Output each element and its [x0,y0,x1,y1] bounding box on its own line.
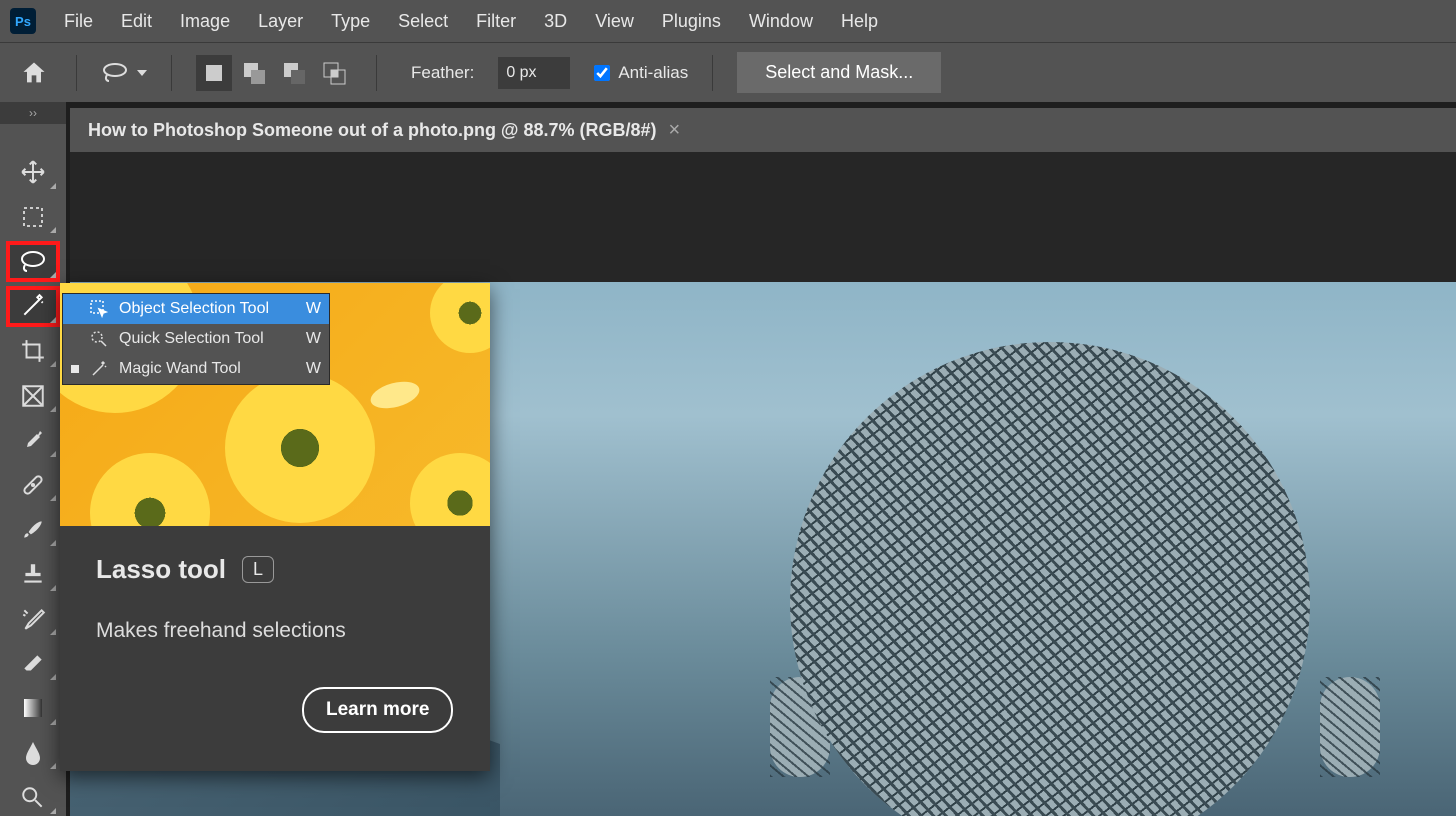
stamp-icon [20,561,46,587]
eraser-icon [20,651,46,677]
divider [376,55,377,91]
dodge-icon [20,785,46,811]
menu-view[interactable]: View [595,11,634,32]
frame-icon [20,383,46,409]
feather-input[interactable] [498,57,570,89]
tools-panel [0,124,66,816]
move-tool[interactable] [8,154,58,191]
square-icon [203,62,225,84]
quick-selection-icon [89,329,109,349]
add-icon [242,61,266,85]
tooltip-description: Makes freehand selections [96,619,454,643]
marquee-icon [21,205,45,229]
magic-wand-tool[interactable] [8,288,58,325]
dodge-tool[interactable] [8,779,58,816]
subtract-icon [282,61,306,85]
selection-add[interactable] [236,55,272,91]
menu-image[interactable]: Image [180,11,230,32]
home-button[interactable] [16,53,52,93]
wand-icon [20,293,46,319]
intersect-icon [322,61,346,85]
history-brush-tool[interactable] [8,601,58,638]
drop-icon [22,740,44,766]
marquee-tool[interactable] [8,199,58,236]
tooltip-title: Lasso tool L [96,554,454,585]
chevron-down-icon [137,70,147,76]
menu-window[interactable]: Window [749,11,813,32]
antialias-input[interactable] [594,65,610,81]
learn-more-button[interactable]: Learn more [302,687,453,733]
document-tab-bar: How to Photoshop Someone out of a photo.… [70,108,1456,152]
options-bar: Feather: Anti-alias Select and Mask... [0,42,1456,102]
blur-tool[interactable] [8,735,58,772]
menu-filter[interactable]: Filter [476,11,516,32]
crop-tool[interactable] [8,333,58,370]
menubar: Ps File Edit Image Layer Type Select Fil… [0,0,1456,42]
menu-layer[interactable]: Layer [258,11,303,32]
frame-tool[interactable] [8,377,58,414]
divider [712,55,713,91]
flyout-magic-wand[interactable]: Magic Wand Tool W [63,354,329,384]
expand-panels-button[interactable]: ›› [0,102,66,124]
brush-icon [20,517,46,543]
eyedropper-icon [21,428,45,452]
menu-select[interactable]: Select [398,11,448,32]
eyedropper-tool[interactable] [8,422,58,459]
brush-tool[interactable] [8,511,58,548]
object-selection-icon [89,299,109,319]
close-tab-button[interactable]: × [669,119,681,142]
flyout-quick-selection[interactable]: Quick Selection Tool W [63,324,329,354]
move-icon [20,159,46,185]
selection-intersect[interactable] [316,55,352,91]
bandage-icon [20,472,46,498]
menu-type[interactable]: Type [331,11,370,32]
active-dot-icon [71,365,79,373]
feather-label: Feather: [411,63,474,83]
selection-new[interactable] [196,55,232,91]
select-and-mask-button[interactable]: Select and Mask... [737,52,941,93]
selection-subtract[interactable] [276,55,312,91]
menu-plugins[interactable]: Plugins [662,11,721,32]
menu-3d[interactable]: 3D [544,11,567,32]
ps-logo-icon: Ps [10,8,36,34]
home-icon [20,59,48,87]
eraser-tool[interactable] [8,645,58,682]
history-brush-icon [20,606,46,632]
magic-wand-icon [89,359,109,379]
tool-preset[interactable] [101,62,147,84]
flyout-object-selection[interactable]: Object Selection Tool W [63,294,329,324]
tool-flyout-menu: Object Selection Tool W Quick Selection … [62,293,330,385]
lasso-icon [19,250,47,274]
selection-mode-group [196,55,352,91]
document-tab[interactable]: How to Photoshop Someone out of a photo.… [88,120,657,141]
lasso-tool[interactable] [8,243,58,280]
gradient-tool[interactable] [8,690,58,727]
lasso-icon [101,62,129,84]
menu-help[interactable]: Help [841,11,878,32]
divider [76,55,77,91]
crop-icon [20,338,46,364]
tooltip-shortcut: L [242,556,274,583]
healing-brush-tool[interactable] [8,467,58,504]
divider [171,55,172,91]
menu-edit[interactable]: Edit [121,11,152,32]
antialias-checkbox[interactable]: Anti-alias [594,63,688,83]
menu-file[interactable]: File [64,11,93,32]
gradient-icon [21,696,45,720]
clone-stamp-tool[interactable] [8,556,58,593]
antialias-label: Anti-alias [618,63,688,83]
